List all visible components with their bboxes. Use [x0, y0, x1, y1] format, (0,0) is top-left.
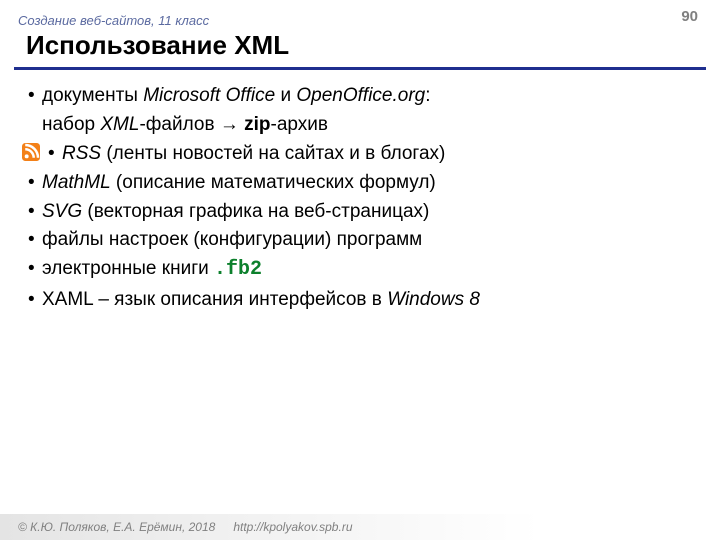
text-em: XML	[100, 114, 139, 135]
text: документы	[42, 85, 143, 106]
slide: Создание веб-сайтов, 11 класс 90 Использ…	[0, 0, 720, 540]
text: файлы настроек (конфигурации) программ	[42, 229, 422, 250]
list-item: •RSS (ленты новостей на сайтах и в блога…	[22, 140, 698, 169]
page-number: 90	[681, 8, 698, 25]
text-em: MathML	[42, 172, 111, 193]
text-em: SVG	[42, 201, 82, 222]
list-item: SVG (векторная графика на веб-страницах)	[28, 198, 698, 227]
text-em: OpenOffice.org	[296, 85, 425, 106]
text: (ленты новостей на сайтах и в блогах)	[101, 143, 445, 164]
text-code: .fb2	[214, 258, 262, 281]
footer: © К.Ю. Поляков, Е.А. Ерёмин, 2018 http:/…	[0, 514, 720, 540]
text-bold: zip	[244, 114, 270, 135]
text: (векторная графика на веб-страницах)	[82, 201, 429, 222]
list-item: XAML – язык описания интерфейсов в Windo…	[28, 286, 698, 315]
text: электронные книги	[42, 258, 214, 279]
text: и	[275, 85, 296, 106]
title-underline	[14, 67, 706, 70]
list-item: MathML (описание математических формул)	[28, 169, 698, 198]
content: документы Microsoft Office и OpenOffice.…	[0, 78, 720, 315]
slide-title: Использование XML	[26, 30, 702, 61]
list-item: документы Microsoft Office и OpenOffice.…	[28, 82, 698, 111]
text-em: Windows 8	[387, 289, 480, 310]
footer-url: http://kpolyakov.spb.ru	[233, 520, 352, 534]
text: -архив	[271, 114, 328, 135]
text-em: Microsoft Office	[143, 85, 275, 106]
course-label: Создание веб-сайтов, 11 класс	[18, 13, 209, 28]
text: -файлов →	[139, 114, 244, 135]
header-bar: Создание веб-сайтов, 11 класс	[0, 0, 720, 28]
rss-icon	[22, 143, 40, 161]
copyright: © К.Ю. Поляков, Е.А. Ерёмин, 2018	[18, 520, 215, 534]
text-em: RSS	[62, 143, 101, 164]
bullet: •	[48, 140, 62, 169]
list-item: файлы настроек (конфигурации) программ	[28, 226, 698, 255]
list-item: электронные книги .fb2	[28, 255, 698, 285]
text: (описание математических формул)	[111, 172, 436, 193]
text: :	[425, 85, 430, 106]
title-row: Использование XML	[0, 28, 720, 65]
text: XAML – язык описания интерфейсов в	[42, 289, 387, 310]
text: набор	[42, 114, 100, 135]
list-subitem: набор XML-файлов → zip-архив	[28, 111, 698, 140]
